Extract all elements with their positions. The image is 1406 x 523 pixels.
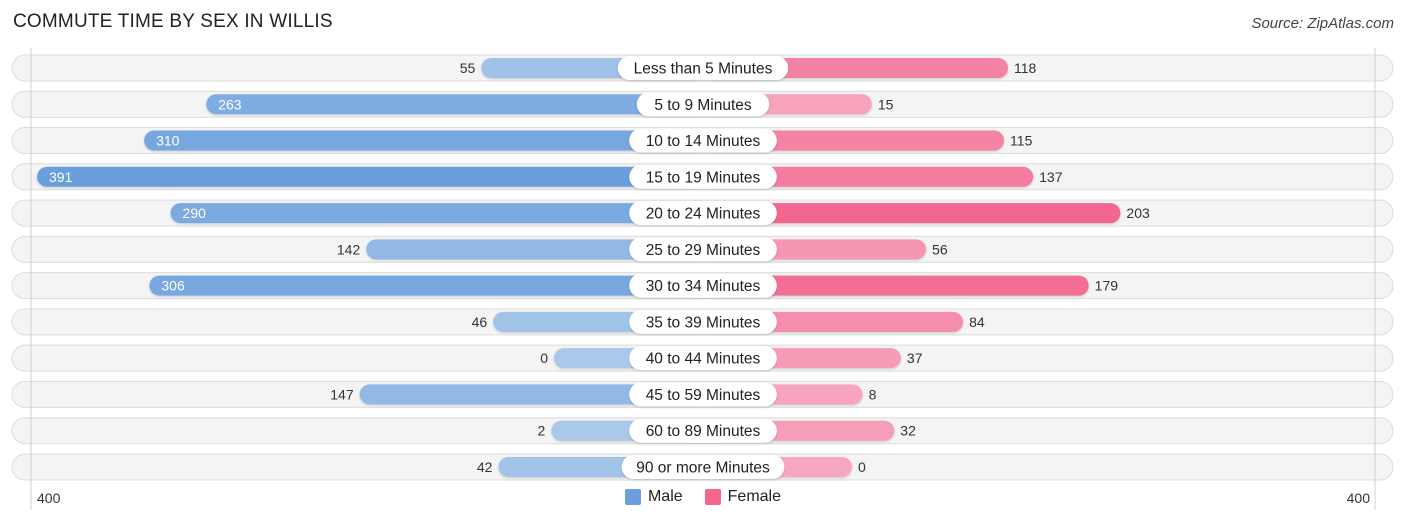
female-value-label: 137 <box>1039 169 1063 185</box>
male-value-label: 0 <box>540 350 548 366</box>
chart-row: 391 137 15 to 19 Minutes <box>11 163 1394 191</box>
male-bar[interactable] <box>206 94 703 115</box>
male-value-label: 263 <box>218 96 242 112</box>
female-value-label: 56 <box>932 241 948 257</box>
category-label: 30 to 34 Minutes <box>646 278 761 295</box>
legend-item-male[interactable]: Male <box>624 488 683 506</box>
female-value-label: 0 <box>858 459 866 475</box>
male-value-label: 42 <box>477 459 493 475</box>
male-bar[interactable] <box>144 130 703 151</box>
category-label: 45 to 59 Minutes <box>646 387 761 404</box>
male-value-label: 310 <box>156 133 180 149</box>
female-value-label: 118 <box>1014 60 1037 76</box>
chart-row: 310 115 10 to 14 Minutes <box>11 127 1394 155</box>
chart-row: 147 8 45 to 59 Minutes <box>11 380 1394 408</box>
male-value-label: 46 <box>472 314 488 330</box>
legend-female-label: Female <box>727 488 782 505</box>
male-bar[interactable] <box>170 203 704 224</box>
male-bar[interactable] <box>149 275 704 296</box>
legend-male-label: Male <box>647 488 683 505</box>
category-label: 35 to 39 Minutes <box>646 314 761 331</box>
category-label: 15 to 19 Minutes <box>646 169 761 186</box>
female-value-label: 37 <box>907 350 923 366</box>
female-value-label: 203 <box>1126 205 1150 221</box>
male-swatch-icon <box>624 489 641 505</box>
chart-row: 0 37 40 to 44 Minutes <box>11 344 1394 372</box>
male-value-label: 306 <box>161 278 185 294</box>
chart-row: 263 15 5 to 9 Minutes <box>11 90 1394 118</box>
category-label: 25 to 29 Minutes <box>646 242 761 259</box>
male-bar[interactable] <box>37 166 703 187</box>
female-value-label: 115 <box>1010 133 1033 149</box>
chart-row: 142 56 25 to 29 Minutes <box>11 235 1394 263</box>
category-label: Less than 5 Minutes <box>634 61 773 78</box>
category-label: 90 or more Minutes <box>636 459 770 476</box>
male-value-label: 147 <box>330 386 354 402</box>
category-label: 60 to 89 Minutes <box>646 423 761 440</box>
male-value-label: 2 <box>538 423 546 439</box>
female-swatch-icon <box>704 489 721 505</box>
chart-row: 290 203 20 to 24 Minutes <box>11 199 1394 227</box>
category-label: 10 to 14 Minutes <box>646 133 761 150</box>
legend: Male Female <box>0 488 1406 506</box>
male-value-label: 55 <box>460 60 476 76</box>
chart-row: 306 179 30 to 34 Minutes <box>11 272 1394 300</box>
chart-canvas: 55 118 Less than 5 Minutes 263 15 5 to 9 Minu… <box>11 48 1394 510</box>
chart-row: 55 118 Less than 5 Minutes <box>11 54 1394 82</box>
female-value-label: 84 <box>969 314 985 330</box>
male-value-label: 142 <box>337 241 361 257</box>
female-value-label: 8 <box>869 386 877 402</box>
male-value-label: 290 <box>183 205 207 221</box>
female-value-label: 15 <box>878 96 894 112</box>
chart-row: 2 32 60 to 89 Minutes <box>11 417 1394 445</box>
category-label: 5 to 9 Minutes <box>654 97 752 114</box>
male-value-label: 391 <box>49 169 73 185</box>
chart-row: 42 0 90 or more Minutes <box>11 453 1394 481</box>
female-value-label: 179 <box>1095 278 1119 294</box>
category-label: 20 to 24 Minutes <box>646 206 761 223</box>
category-label: 40 to 44 Minutes <box>646 351 761 368</box>
legend-item-female[interactable]: Female <box>704 488 782 506</box>
chart-row: 46 84 35 to 39 Minutes <box>11 308 1394 336</box>
female-value-label: 32 <box>900 423 916 439</box>
